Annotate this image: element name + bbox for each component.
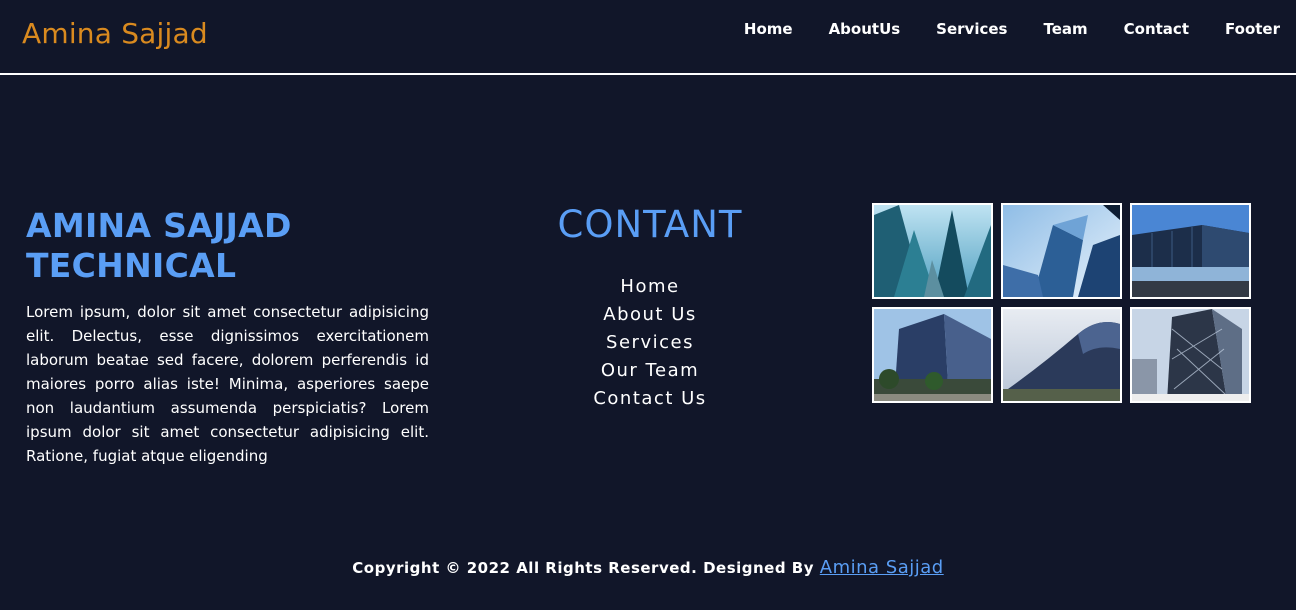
nav-home[interactable]: Home: [744, 20, 793, 38]
about-title-line1: AMINA SAJJAD: [26, 206, 292, 245]
site-footer: Copyright © 2022 All Rights Reserved. De…: [0, 557, 1296, 578]
designer-link[interactable]: Amina Sajjad: [820, 557, 944, 578]
about-paragraph: Lorem ipsum, dolor sit amet consectetur …: [26, 303, 429, 465]
list-item: Contact Us: [520, 385, 780, 413]
list-item: Services: [520, 329, 780, 357]
gallery-image-skyscrapers: [872, 203, 993, 299]
gallery-image-glass-tower: [1001, 203, 1122, 299]
nav-footer[interactable]: Footer: [1225, 20, 1280, 38]
list-item: Our Team: [520, 357, 780, 385]
content-link-home[interactable]: Home: [520, 273, 780, 301]
main-nav: Home AboutUs Services Team Contact Foote…: [744, 20, 1280, 38]
list-item: About Us: [520, 301, 780, 329]
content-heading: CONTANT: [557, 203, 743, 246]
nav-contact[interactable]: Contact: [1124, 20, 1189, 38]
image-gallery: [872, 203, 1251, 403]
content-link-team[interactable]: Our Team: [520, 357, 780, 385]
gallery-image-office-block: [872, 307, 993, 403]
nav-aboutus[interactable]: AboutUs: [829, 20, 901, 38]
gallery-image-lattice-tower: [1130, 307, 1251, 403]
site-header: Amina Sajjad Home AboutUs Services Team …: [0, 0, 1296, 75]
content-link-contact[interactable]: Contact Us: [520, 385, 780, 413]
copyright-symbol: ©: [445, 559, 461, 577]
nav-team[interactable]: Team: [1043, 20, 1087, 38]
content-links-section: CONTANT Home About Us Services Our Team …: [520, 203, 780, 413]
gallery-image-modern-building: [1130, 203, 1251, 299]
copyright-text: 2022 All Rights Reserved. Designed By: [466, 559, 815, 577]
nav-services[interactable]: Services: [936, 20, 1007, 38]
content-link-services[interactable]: Services: [520, 329, 780, 357]
content-link-about[interactable]: About Us: [520, 301, 780, 329]
list-item: Home: [520, 273, 780, 301]
copyright-label: Copyright: [352, 559, 440, 577]
about-title: AMINA SAJJAD TECHNICAL: [26, 206, 429, 286]
about-title-line2: TECHNICAL: [26, 246, 237, 285]
gallery-image-curved-building: [1001, 307, 1122, 403]
content-link-list: Home About Us Services Our Team Contact …: [520, 273, 780, 413]
about-section: AMINA SAJJAD TECHNICAL Lorem ipsum, dolo…: [26, 206, 429, 468]
brand-logo-text[interactable]: Amina Sajjad: [22, 17, 208, 50]
